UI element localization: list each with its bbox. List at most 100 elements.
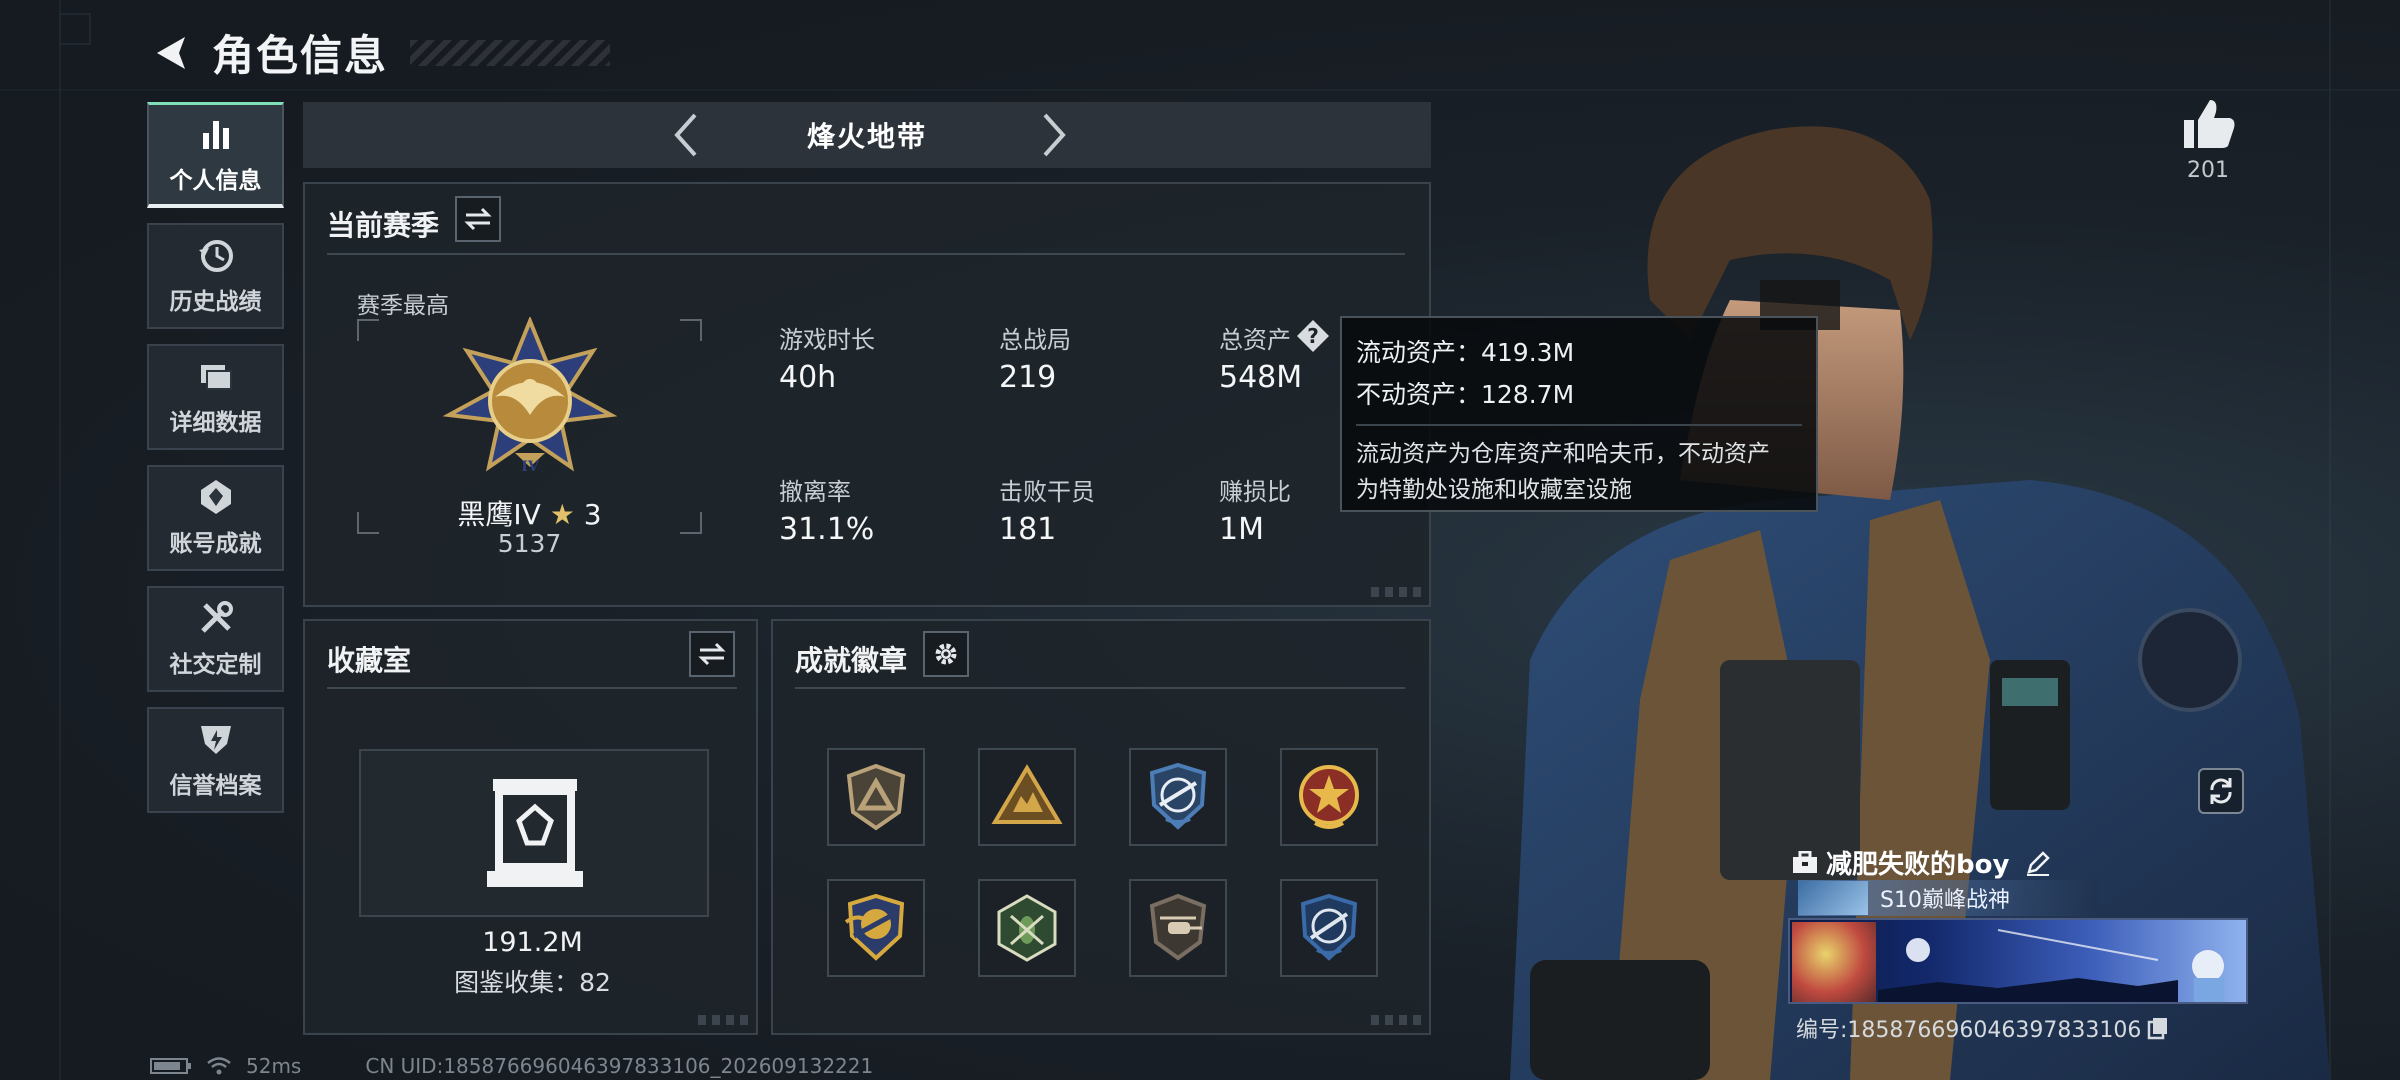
- ping-value: 52ms: [246, 1054, 302, 1078]
- panel-corner-decoration: [1371, 587, 1421, 597]
- credit-icon: [200, 726, 231, 754]
- display-case-icon: [487, 779, 583, 887]
- thumbs-up-icon[interactable]: [2180, 98, 2236, 150]
- sidebar-item-detailed-data[interactable]: 详细数据: [147, 344, 284, 450]
- achievement-badge[interactable]: [827, 748, 925, 846]
- svg-text:?: ?: [1307, 324, 1319, 348]
- collection-switch-button[interactable]: [689, 631, 735, 677]
- like-count: 201: [2187, 158, 2229, 183]
- rotate-model-button[interactable]: [2198, 768, 2244, 814]
- back-button[interactable]: [148, 30, 194, 76]
- blue-wing-badge-2-icon: [1300, 893, 1358, 961]
- sidebar-item-personal-info[interactable]: 个人信息: [147, 102, 284, 208]
- stat-extract-rate-value: 31.1%: [779, 512, 875, 547]
- stat-assets-value: 548M: [1219, 360, 1303, 395]
- helicopter-badge-icon: [1149, 893, 1207, 961]
- player-banner[interactable]: [1788, 918, 2248, 1004]
- rank-box: IV 黑鹰IV ★ 3 5137: [357, 317, 702, 558]
- achievement-badge[interactable]: [1280, 879, 1378, 977]
- avatar[interactable]: [1792, 922, 1876, 1002]
- tools-icon: [200, 601, 233, 633]
- briefcase-icon: [1793, 850, 1817, 873]
- stat-playtime-value: 40h: [779, 360, 837, 395]
- rank-emblem-icon: IV: [442, 317, 618, 475]
- sidebar-item-label: 个人信息: [169, 167, 262, 194]
- back-arrow-icon: [157, 36, 185, 69]
- rank-score: 5137: [497, 529, 562, 558]
- collection-catalog: 图鉴收集：82: [454, 968, 611, 997]
- help-icon[interactable]: ?: [1295, 318, 1331, 354]
- stat-extract-rate-label: 撤离率: [779, 478, 851, 506]
- collection-display[interactable]: [359, 749, 709, 917]
- achievements-settings-button[interactable]: [923, 631, 969, 677]
- panel-corner-decoration: [698, 1015, 748, 1025]
- achievements-panel: 成就徽章: [771, 619, 1431, 1035]
- sidebar-item-history[interactable]: 历史战绩: [147, 223, 284, 329]
- copy-icon[interactable]: [2147, 1016, 2169, 1040]
- prev-mode-button[interactable]: [663, 111, 709, 159]
- swap-icon: [698, 642, 726, 666]
- chevron-left-icon: [674, 113, 697, 157]
- season-switch-button[interactable]: [455, 196, 501, 242]
- refresh-icon: [2210, 778, 2232, 804]
- sidebar: 个人信息 历史战绩 详细数据 账号成就 社交定制 信誉档案: [147, 102, 284, 828]
- sidebar-item-label: 历史战绩: [169, 289, 262, 315]
- stat-matches-value: 219: [999, 360, 1057, 395]
- divider: [327, 687, 737, 689]
- red-star-badge-icon: [1299, 765, 1359, 829]
- sidebar-item-social-custom[interactable]: 社交定制: [147, 586, 284, 692]
- gold-wing-badge-icon: [844, 893, 905, 961]
- sidebar-item-credit-archive[interactable]: 信誉档案: [147, 707, 284, 813]
- edit-pencil-icon[interactable]: [2025, 850, 2051, 876]
- status-bar: 52ms CN UID:1858766960463978331​06_20260…: [150, 1054, 873, 1078]
- sidebar-item-label: 详细数据: [169, 410, 262, 436]
- rank-name: 黑鹰IV: [457, 498, 541, 531]
- next-mode-button[interactable]: [1031, 111, 1077, 159]
- rank-stars: 3: [583, 498, 602, 531]
- season-best-label: 赛季最高: [357, 293, 449, 319]
- shield-badge-icon: [846, 763, 906, 831]
- tooltip-desc-line-1: 流动资产为仓库资产和哈夫币，不动资产: [1356, 441, 1770, 467]
- banner-night-sky-art: [1878, 929, 2224, 1002]
- sidebar-item-label: 社交定制: [169, 652, 262, 678]
- uid-text: CN UID:1858766960463978331​06_2026091322…: [365, 1054, 874, 1078]
- achievement-badge[interactable]: [1129, 748, 1227, 846]
- mode-selector: 烽火地带: [303, 102, 1431, 168]
- achievement-badge[interactable]: [978, 879, 1076, 977]
- tooltip-desc-line-2: 为特勤处设施和收藏室设施: [1356, 477, 1632, 503]
- stat-kills-value: 181: [999, 512, 1057, 547]
- collection-value: 191.2M: [482, 927, 583, 958]
- divider: [327, 253, 1405, 255]
- stat-profit-ratio-label: 赚损比: [1219, 478, 1291, 506]
- swap-icon: [464, 207, 492, 231]
- season-title: 当前赛季: [327, 209, 440, 242]
- stat-playtime-label: 游戏时长: [779, 326, 875, 354]
- star-icon: ★: [549, 498, 575, 531]
- sidebar-item-achievements[interactable]: 账号成就: [147, 465, 284, 571]
- player-id: 编号:1858766960463978331​06: [1796, 1018, 2142, 1043]
- blue-wing-badge-icon: [1149, 762, 1207, 830]
- stat-assets-label: 总资产: [1219, 326, 1291, 354]
- achievement-badge[interactable]: [1280, 748, 1378, 846]
- title-decoration: [410, 39, 611, 66]
- player-id-row: 编号:1858766960463978331​06: [1796, 1012, 2169, 1044]
- bar-chart-icon: [202, 120, 229, 149]
- history-clock-icon: [198, 240, 233, 272]
- achievement-badge[interactable]: [978, 748, 1076, 846]
- gear-icon: [935, 643, 957, 665]
- warning-triangle-badge-icon: [991, 764, 1063, 824]
- tooltip-liquid-assets: 流动资产：419.3M: [1356, 338, 1575, 367]
- folder-icon: [200, 365, 232, 390]
- svg-text:IV: IV: [521, 459, 540, 475]
- frame-corner: [357, 319, 379, 341]
- panel-corner-decoration: [1371, 1015, 1421, 1025]
- player-title: S10巅峰战神: [1880, 888, 2010, 913]
- frame-corner: [680, 319, 702, 341]
- achievement-badge[interactable]: [827, 879, 925, 977]
- player-title-tag[interactable]: S10巅峰战神: [1798, 880, 2098, 916]
- achievement-badge[interactable]: [1129, 879, 1227, 977]
- rank-name-row: 黑鹰IV ★ 3: [357, 493, 702, 533]
- green-insect-badge-icon: [997, 894, 1057, 962]
- sidebar-item-label: 账号成就: [169, 531, 262, 557]
- tooltip-divider: [1356, 424, 1802, 426]
